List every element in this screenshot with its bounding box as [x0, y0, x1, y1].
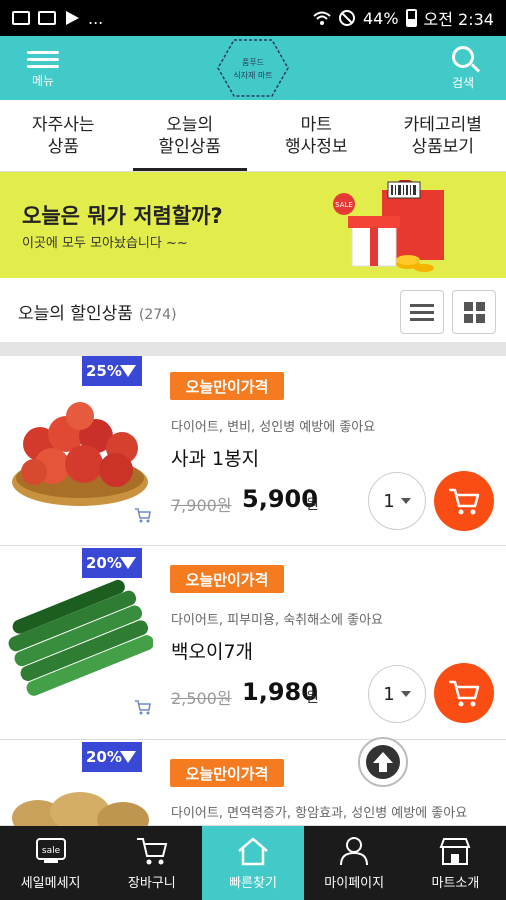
cucumber-image[interactable] — [8, 578, 153, 703]
tab-todays-discounts[interactable]: 오늘의 할인상품 — [127, 100, 254, 172]
person-icon — [340, 836, 369, 865]
product-card[interactable]: 20% 오늘만이가격 다이어트, 피부미용, 숙취해소에 좋아요 백오이7개 2… — [0, 548, 506, 740]
nav-label: 장바구니 — [127, 875, 176, 891]
wifi-icon — [313, 11, 331, 25]
hamburger-icon — [27, 47, 59, 72]
logo-line2: 식자재 마트 — [233, 71, 272, 80]
app-header: 메뉴 품푸드 식자재 마트 검색 — [0, 36, 506, 100]
promo-banner[interactable]: 오늘은 뭐가 저렴할까? 이곳에 모두 모아놨습니다 ~~ SALE — [0, 172, 506, 278]
section-separator — [0, 342, 506, 356]
list-title: 오늘의 할인상품 (274) — [18, 299, 177, 324]
nav-label: 마트소개 — [431, 875, 480, 891]
nav-label: 빠른찾기 — [229, 875, 277, 891]
discount-badge: 20% — [82, 742, 142, 772]
product-tagline: 다이어트, 면역력증가, 항암효과, 성인병 예방에 좋아요 — [171, 806, 468, 821]
gallery-icon — [12, 11, 30, 25]
quantity-value: 1 — [383, 683, 395, 705]
potato-image[interactable] — [8, 772, 153, 826]
app-screen: ... 44% 오전 2:34 메뉴 품푸드 식자재 마트 검색 자주사는 상품… — [0, 0, 506, 900]
menu-label: 메뉴 — [31, 74, 55, 88]
battery-percent: 44% — [362, 8, 399, 28]
cart-icon — [136, 837, 168, 864]
nav-quick-find[interactable]: 빠른찾기 — [202, 826, 304, 900]
battery-icon — [405, 9, 417, 27]
mart-logo[interactable]: 품푸드 식자재 마트 — [216, 38, 290, 98]
do-not-disturb-icon — [338, 10, 355, 26]
product-card[interactable]: 20% 오늘만이가격 다이어트, 면역력증가, 항암효과, 성인병 예방에 좋아… — [0, 742, 506, 826]
banner-title: 오늘은 뭐가 저렴할까? — [22, 204, 223, 228]
tab-mart-events[interactable]: 마트 행사정보 — [253, 100, 380, 172]
add-to-cart-button[interactable] — [434, 471, 494, 531]
apple-basket-image[interactable] — [8, 386, 153, 511]
grid-view-icon — [463, 301, 485, 323]
nav-cart[interactable]: 장바구니 — [101, 826, 202, 900]
search-label: 검색 — [451, 75, 475, 90]
arrow-up-icon — [366, 745, 400, 779]
chevron-down-icon — [400, 498, 411, 504]
original-price: 7,900원 — [171, 496, 232, 515]
discount-badge: 20% — [82, 548, 142, 578]
list-header: 오늘의 할인상품 (274) — [0, 278, 506, 342]
original-price: 2,500원 — [171, 689, 232, 708]
grid-view-button[interactable] — [452, 290, 496, 334]
cart-icon — [449, 680, 480, 707]
clock: 오전 2:34 — [423, 10, 494, 29]
sale-icon-text: sale — [41, 846, 60, 856]
item-count: (274) — [138, 307, 177, 323]
banner-subtitle: 이곳에 모두 모아놨습니다 ~~ — [22, 236, 188, 251]
menu-button[interactable]: 메뉴 — [18, 36, 68, 100]
play-store-icon — [66, 11, 79, 25]
scroll-to-top-button[interactable] — [358, 737, 408, 787]
status-bar: ... 44% 오전 2:34 — [0, 0, 506, 36]
status-right: 44% 오전 2:34 — [313, 6, 494, 30]
product-tagline: 다이어트, 변비, 성인병 예방에 좋아요 — [171, 420, 376, 435]
logo-line1: 품푸드 — [242, 58, 264, 67]
product-name: 사과 1봉지 — [171, 448, 260, 470]
category-tabs: 자주사는 상품 오늘의 할인상품 마트 행사정보 카테고리별 상품보기 — [0, 100, 506, 172]
status-left: ... — [12, 9, 103, 28]
home-icon — [238, 836, 268, 865]
tab-by-category[interactable]: 카테고리별 상품보기 — [380, 100, 506, 172]
discount-badge: 25% — [82, 356, 142, 386]
search-icon — [452, 45, 474, 68]
tab-frequent-items[interactable]: 자주사는 상품 — [0, 100, 127, 172]
sale-icon: sale — [35, 837, 66, 863]
shopping-bags-illustration: SALE — [333, 180, 444, 272]
sale-tag: SALE — [335, 201, 353, 209]
quantity-value: 1 — [383, 490, 395, 512]
cart-icon — [449, 488, 480, 515]
product-name: 백오이7개 — [171, 641, 254, 663]
list-view-icon — [410, 300, 434, 325]
today-only-badge: 오늘만이가격 — [170, 565, 284, 593]
nav-mart-intro[interactable]: 마트소개 — [405, 826, 506, 900]
nav-my-page[interactable]: 마이페이지 — [304, 826, 405, 900]
mail-icon — [38, 11, 56, 25]
currency-unit: 원 — [306, 690, 319, 706]
quantity-selector[interactable]: 1 — [368, 665, 426, 723]
search-button[interactable]: 검색 — [438, 36, 488, 100]
small-cart-icon — [135, 508, 151, 523]
more-notifications: ... — [88, 8, 104, 28]
product-tagline: 다이어트, 피부미용, 숙취해소에 좋아요 — [171, 613, 384, 628]
product-card[interactable]: 25% 오늘만이가격 다이어트, 변비, 성인병 예방에 좋아요 사과 1봉지 … — [0, 356, 506, 546]
nav-label: 세일메세지 — [20, 875, 81, 891]
small-cart-icon — [135, 700, 151, 715]
add-to-cart-button[interactable] — [434, 663, 494, 723]
nav-label: 마이페이지 — [324, 875, 385, 891]
chevron-down-icon — [400, 691, 411, 697]
list-view-button[interactable] — [400, 290, 444, 334]
list-title-text: 오늘의 할인상품 — [18, 304, 133, 324]
today-only-badge: 오늘만이가격 — [170, 372, 284, 400]
quantity-selector[interactable]: 1 — [368, 472, 426, 530]
nav-sale-message[interactable]: sale 세일메세지 — [0, 826, 101, 900]
today-only-badge: 오늘만이가격 — [170, 759, 284, 787]
currency-unit: 원 — [306, 497, 319, 513]
bottom-navigation: sale 세일메세지 장바구니 빠른찾기 마이페이지 마트소개 — [0, 826, 506, 900]
store-icon — [439, 837, 471, 865]
